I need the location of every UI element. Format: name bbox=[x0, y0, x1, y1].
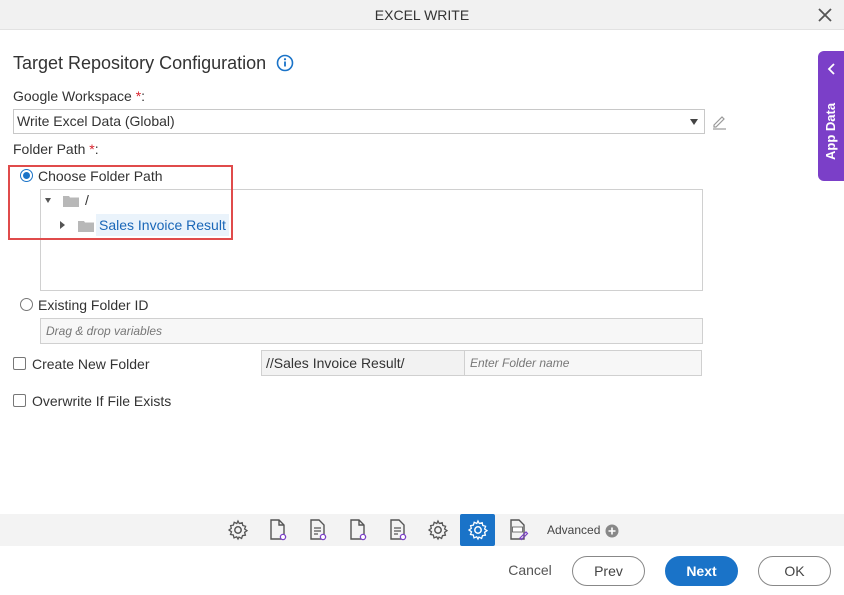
ok-button[interactable]: OK bbox=[758, 556, 831, 586]
pencil-icon[interactable] bbox=[711, 113, 728, 130]
overwrite-checkbox[interactable] bbox=[13, 394, 26, 407]
existing-folder-placeholder: Drag & drop variables bbox=[46, 324, 163, 338]
google-workspace-label-text: Google Workspace bbox=[13, 88, 132, 104]
file-settings-icon[interactable] bbox=[346, 518, 370, 542]
file-lines-settings-icon[interactable] bbox=[386, 518, 410, 542]
next-button[interactable]: Next bbox=[665, 556, 738, 586]
page-title: Target Repository Configuration bbox=[13, 53, 267, 73]
folder-path-prefix: //Sales Invoice Result/ bbox=[261, 350, 465, 376]
folder-name-placeholder: Enter Folder name bbox=[470, 356, 570, 370]
file-lines-settings-icon[interactable] bbox=[306, 518, 330, 542]
prev-button[interactable]: Prev bbox=[572, 556, 645, 586]
overwrite-label: Overwrite If File Exists bbox=[32, 393, 172, 409]
cancel-button[interactable]: Cancel bbox=[500, 556, 560, 586]
folder-path-label: Folder Path *: bbox=[13, 141, 99, 157]
existing-folder-id-label: Existing Folder ID bbox=[38, 297, 149, 313]
chevron-down-icon bbox=[690, 119, 698, 125]
gear-icon[interactable] bbox=[226, 518, 250, 542]
chevron-left-icon[interactable] bbox=[826, 62, 838, 76]
app-data-label: App Data bbox=[823, 102, 838, 160]
create-new-folder-checkbox[interactable] bbox=[13, 357, 26, 370]
excel-file-icon[interactable] bbox=[506, 518, 530, 542]
close-icon[interactable] bbox=[816, 6, 834, 24]
annotation-highlight-box bbox=[8, 165, 233, 240]
folder-path-label-text: Folder Path bbox=[13, 141, 86, 157]
google-workspace-selected: Write Excel Data (Global) bbox=[17, 113, 175, 129]
file-settings-icon[interactable] bbox=[266, 518, 290, 542]
label-colon: : bbox=[141, 88, 146, 104]
dialog-title: EXCEL WRITE bbox=[374, 7, 470, 23]
google-workspace-label: Google Workspace *: bbox=[13, 88, 145, 104]
gear-icon[interactable] bbox=[426, 518, 450, 542]
step-toolbar bbox=[0, 514, 844, 546]
label-colon: : bbox=[94, 141, 99, 157]
google-workspace-select[interactable]: Write Excel Data (Global) bbox=[13, 109, 705, 134]
settings-cog-icon[interactable] bbox=[466, 518, 490, 542]
existing-folder-id-input[interactable]: Drag & drop variables bbox=[40, 318, 703, 344]
plus-circle-icon[interactable] bbox=[605, 524, 619, 538]
dialog-titlebar: EXCEL WRITE bbox=[0, 0, 844, 30]
folder-name-input[interactable]: Enter Folder name bbox=[464, 350, 702, 376]
info-icon[interactable] bbox=[276, 54, 294, 72]
advanced-link[interactable]: Advanced bbox=[547, 523, 600, 537]
create-new-folder-label: Create New Folder bbox=[32, 356, 150, 372]
existing-folder-id-radio[interactable] bbox=[20, 298, 33, 311]
